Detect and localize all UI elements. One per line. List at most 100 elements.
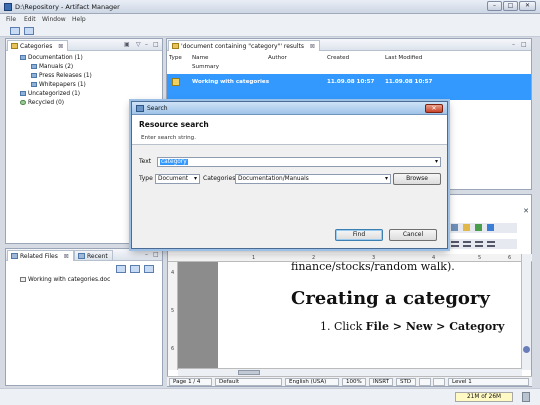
maximize-view-icon[interactable]: □ [153, 251, 159, 258]
maximize-view-icon[interactable]: □ [521, 41, 527, 48]
type-select[interactable]: Document ▾ [155, 174, 200, 184]
column-name[interactable]: Name [192, 55, 209, 61]
related-import-icon[interactable] [144, 265, 154, 273]
open-repository-icon[interactable] [10, 27, 20, 35]
align-right-icon[interactable] [475, 241, 483, 247]
close-icon[interactable]: ⊠ [64, 253, 69, 260]
maximize-view-icon[interactable]: □ [153, 41, 159, 48]
browse-button[interactable]: Browse [393, 173, 441, 185]
tab-categories[interactable]: Categories ⊠ [7, 40, 69, 51]
close-icon[interactable]: ⊠ [310, 43, 315, 50]
insert-icon[interactable] [475, 224, 482, 231]
column-summary[interactable]: Summary [192, 64, 219, 70]
dialog-title-bar: Search ✕ [132, 102, 447, 115]
minimize-button[interactable]: – [487, 1, 502, 11]
tree-item-documentation[interactable]: Documentation (1) [20, 55, 83, 61]
text-label: Text [139, 158, 152, 165]
page-indicator: Page 1 / 4 [169, 378, 212, 386]
cancel-button[interactable]: Cancel [389, 229, 437, 241]
document-page[interactable]: finance/stocks/random walk). Creating a … [218, 262, 518, 370]
tree-item-recycled[interactable]: Recycled (0) [20, 100, 64, 106]
category-icon [20, 91, 26, 96]
horizontal-ruler: 1 2 3 4 5 6 [168, 254, 532, 262]
page-margin [178, 262, 218, 370]
dialog-heading: Resource search [139, 120, 209, 129]
tree-item-manuals[interactable]: Manuals (2) [31, 64, 73, 70]
document-icon [172, 78, 180, 86]
status-bar: Page 1 / 4 Default English (USA) 100% IN… [167, 376, 532, 386]
justify-icon[interactable] [487, 241, 495, 247]
category-icon [31, 73, 37, 78]
table-row[interactable]: Working with categories 11.09.08 10:57 1… [167, 74, 531, 100]
dialog-title: Search [147, 105, 168, 112]
column-type[interactable]: Type [169, 55, 182, 61]
selection-mode-indicator: STD [396, 378, 416, 386]
categories-select[interactable]: Documentation/Manuals ▾ [235, 174, 391, 184]
minimize-view-icon[interactable]: – [512, 41, 515, 48]
search-dialog: Search ✕ Resource search Enter search st… [131, 101, 448, 249]
tab-results[interactable]: 'document containing "category"' results… [168, 40, 320, 51]
list-item: 1. Click File > New > Category [320, 320, 505, 333]
column-last-modified[interactable]: Last Modified [385, 55, 422, 61]
align-center-icon[interactable] [463, 241, 471, 247]
chevron-down-icon[interactable]: ▾ [435, 158, 438, 166]
vertical-scrollbar[interactable] [521, 254, 531, 370]
vertical-ruler: 4 5 6 [168, 262, 178, 370]
menu-bar: File Edit Window Help [0, 14, 540, 25]
alignment-toolbar [449, 239, 517, 249]
find-button[interactable]: Find [335, 229, 383, 241]
maximize-button[interactable]: □ [503, 1, 518, 11]
menu-window[interactable]: Window [42, 16, 66, 23]
related-action-icon[interactable] [116, 265, 126, 273]
style-indicator: Default [215, 378, 282, 386]
recycle-icon [20, 100, 26, 105]
category-icon [31, 64, 37, 69]
close-icon[interactable]: ⊠ [58, 43, 63, 50]
menu-edit[interactable]: Edit [24, 16, 36, 23]
menu-file[interactable]: File [6, 16, 16, 23]
signature-indicator [433, 378, 445, 386]
horizontal-scrollbar[interactable] [178, 368, 522, 376]
result-created: 11.09.08 10:57 [327, 79, 375, 85]
trash-icon[interactable] [522, 392, 530, 402]
add-icon[interactable] [487, 224, 494, 231]
related-open-icon[interactable] [130, 265, 140, 273]
body-text: finance/stocks/random walk). [291, 262, 455, 273]
view-menu-icon[interactable]: ▽ [136, 41, 141, 48]
list-item[interactable]: Working with categories.doc [20, 277, 110, 283]
import-icon[interactable] [24, 27, 34, 35]
toolbar [0, 25, 540, 37]
tree-item-uncategorized[interactable]: Uncategorized (1) [20, 91, 80, 97]
tree-item-whitepapers[interactable]: Whitepapers (1) [31, 82, 86, 88]
navigator-icon[interactable] [523, 346, 530, 353]
zoom-indicator: 100% [342, 378, 366, 386]
dialog-banner: Resource search Enter search string. [132, 115, 447, 145]
category-icon [31, 82, 37, 87]
minimize-view-icon[interactable]: – [145, 41, 148, 48]
align-left-icon[interactable] [451, 241, 459, 247]
search-icon [136, 105, 144, 112]
new-category-icon[interactable]: ▣ [124, 41, 130, 48]
minimize-view-icon[interactable]: – [145, 251, 148, 258]
close-window-button[interactable]: ✕ [519, 1, 536, 11]
tab-recent[interactable]: Recent [74, 250, 113, 261]
chevron-down-icon[interactable]: ▾ [194, 175, 197, 183]
window-title: D:\Repository - Artifact Manager [15, 3, 120, 11]
chevron-down-icon[interactable]: ▾ [385, 175, 388, 183]
column-created[interactable]: Created [327, 55, 349, 61]
outline-level: Level 1 [448, 378, 529, 386]
tree-item-press-releases[interactable]: Press Releases (1) [31, 73, 92, 79]
paragraph-style-icon[interactable] [451, 224, 458, 231]
close-icon[interactable]: ✕ [523, 207, 529, 215]
tab-related-files[interactable]: Related Files ⊠ [7, 250, 74, 261]
search-text-input[interactable]: category ▾ [157, 157, 441, 167]
highlight-icon[interactable] [463, 224, 470, 231]
recent-icon [78, 253, 85, 259]
type-label: Type [139, 175, 153, 182]
scroll-thumb[interactable] [238, 370, 260, 375]
menu-help[interactable]: Help [72, 16, 86, 23]
insert-mode-indicator: INSRT [369, 378, 393, 386]
dialog-close-button[interactable]: ✕ [425, 104, 443, 113]
column-author[interactable]: Author [268, 55, 287, 61]
dialog-subtitle: Enter search string. [141, 135, 196, 141]
